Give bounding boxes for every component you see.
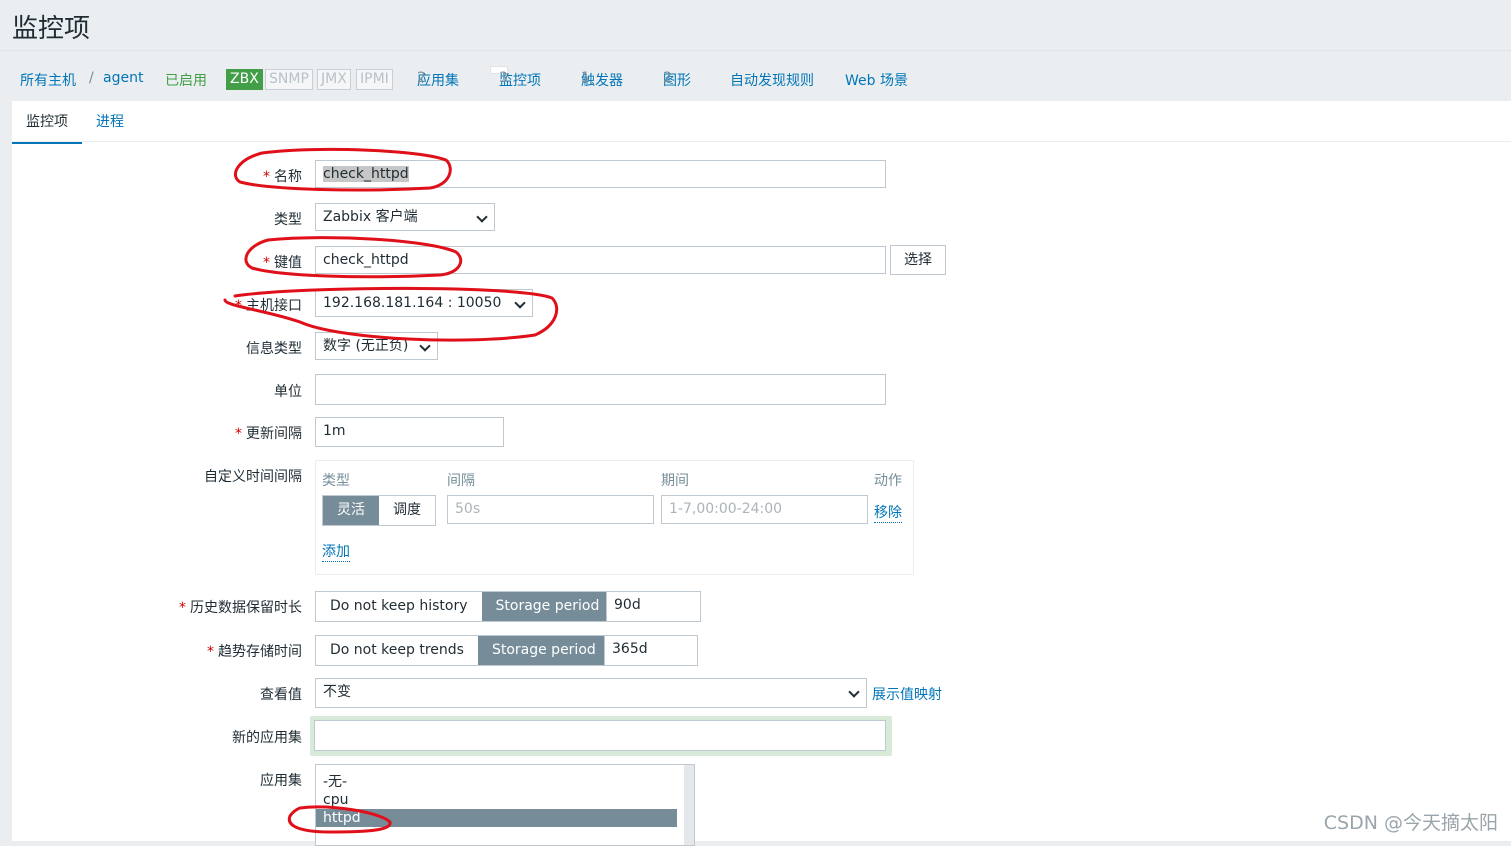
tab-items-count: 3 <box>499 70 508 86</box>
custom-period-input[interactable]: 1-7,00:00-24:00 <box>661 495 868 524</box>
tab-applications-count: 2 <box>417 70 426 86</box>
valuemap-label: 查看值 <box>260 687 302 703</box>
add-interval-link[interactable]: 添加 <box>322 541 350 562</box>
units-input[interactable] <box>315 374 886 405</box>
custom-intervals-label: 自定义时间间隔 <box>204 469 302 485</box>
new-application-label: 新的应用集 <box>232 730 302 746</box>
history-mode-toggle: Do not keep history Storage period <box>315 591 615 622</box>
history-label: * 历史数据保留时长 <box>179 600 302 616</box>
col-action-header: 动作 <box>874 473 902 489</box>
trends-do-not-keep-option[interactable]: Do not keep trends <box>316 636 478 665</box>
units-label: 单位 <box>274 384 302 400</box>
history-do-not-keep-option[interactable]: Do not keep history <box>316 592 482 621</box>
page-title: 监控项 <box>12 14 91 44</box>
subtab-divider <box>12 141 1511 142</box>
application-option-none[interactable]: -无- <box>316 773 694 791</box>
trends-mode-toggle: Do not keep trends Storage period <box>315 635 611 666</box>
tab-triggers-count: 1 <box>581 70 590 86</box>
info-type-select[interactable]: 数字 (无正负) <box>315 332 438 360</box>
key-input[interactable]: check_httpd <box>315 246 886 274</box>
interval-input[interactable]: 1m <box>315 417 504 447</box>
breadcrumb-separator: / <box>89 70 94 86</box>
custom-intervals-box: 类型 间隔 期间 动作 灵活 调度 50s 1-7,00:00-24:00 移除… <box>315 460 914 575</box>
name-input[interactable]: check_httpd <box>315 160 886 188</box>
valuemap-select[interactable]: 不变 <box>315 678 867 708</box>
remove-interval-link[interactable]: 移除 <box>874 502 902 523</box>
interval-type-toggle: 灵活 调度 <box>322 495 436 526</box>
breadcrumb-host[interactable]: agent <box>103 70 143 86</box>
type-select[interactable]: Zabbix 客户端 <box>315 203 495 231</box>
col-interval-header: 间隔 <box>447 473 475 489</box>
watermark: CSDN @今天摘太阳 <box>1323 812 1498 834</box>
interface-label: * 主机接口 <box>235 298 302 314</box>
tab-discovery-rules[interactable]: 自动发现规则 <box>730 70 814 90</box>
host-nav: 所有主机 / agent 已启用 ZBX SNMP JMX IPMI 应用集 2… <box>0 51 1511 101</box>
applications-label: 应用集 <box>260 773 302 789</box>
key-select-button[interactable]: 选择 <box>890 245 946 275</box>
subtab-item[interactable]: 监控项 <box>12 111 82 144</box>
custom-interval-input[interactable]: 50s <box>447 495 654 524</box>
application-option-httpd[interactable]: httpd <box>316 809 677 827</box>
history-storage-period-option[interactable]: Storage period <box>481 592 614 621</box>
new-application-input[interactable] <box>314 720 886 751</box>
flexible-option[interactable]: 灵活 <box>323 496 379 525</box>
protocol-snmp-badge: SNMP <box>265 69 313 90</box>
breadcrumb-all-hosts[interactable]: 所有主机 <box>20 70 76 90</box>
trends-label: * 趋势存储时间 <box>207 644 302 660</box>
host-status[interactable]: 已启用 <box>165 70 207 90</box>
trends-period-input[interactable]: 365d <box>604 635 698 666</box>
trends-storage-period-option[interactable]: Storage period <box>477 636 610 665</box>
show-value-mappings-link[interactable]: 展示值映射 <box>872 684 942 704</box>
item-form-panel: 监控项 进程 * 名称 check_httpd 类型 Zabbix 客户端 * 键值… <box>12 101 1511 846</box>
subtab-preprocessing[interactable]: 进程 <box>96 111 124 131</box>
key-label: * 键值 <box>263 255 302 271</box>
type-label: 类型 <box>274 212 302 228</box>
history-period-input[interactable]: 90d <box>606 591 701 622</box>
interface-select[interactable]: 192.168.181.164 : 10050 <box>315 289 533 317</box>
protocol-zbx-badge: ZBX <box>226 69 263 90</box>
col-type-header: 类型 <box>322 473 350 489</box>
tab-items[interactable]: 监控项 3 <box>490 66 541 89</box>
interval-label: * 更新间隔 <box>235 426 302 442</box>
tab-graphs-count: 2 <box>663 70 672 86</box>
listbox-scrollbar[interactable] <box>684 765 694 845</box>
protocol-jmx-badge: JMX <box>317 69 351 90</box>
tab-web-scenarios[interactable]: Web 场景 <box>845 70 908 90</box>
info-type-label: 信息类型 <box>246 341 302 357</box>
protocol-ipmi-badge: IPMI <box>356 69 393 90</box>
applications-listbox[interactable]: -无- cpu httpd <box>315 764 695 846</box>
application-option-cpu[interactable]: cpu <box>316 791 694 809</box>
scheduling-option[interactable]: 调度 <box>379 496 435 525</box>
name-label: * 名称 <box>263 169 302 185</box>
col-period-header: 期间 <box>661 473 689 489</box>
